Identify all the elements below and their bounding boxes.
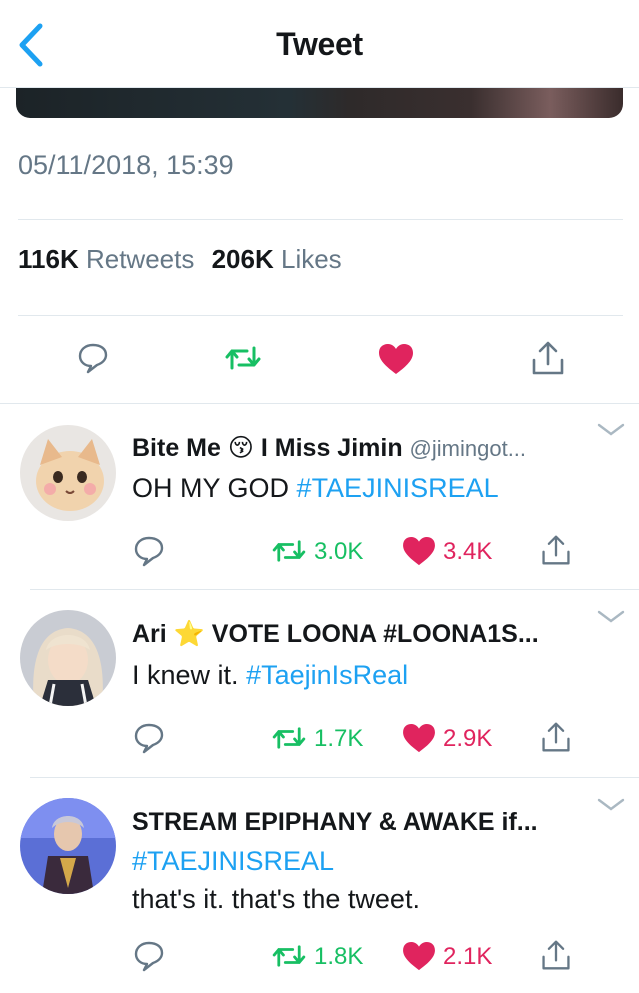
- reply-text-plain: OH MY GOD: [132, 473, 290, 503]
- likes-count[interactable]: 206K: [212, 244, 274, 274]
- share-icon[interactable]: [540, 939, 572, 971]
- reply-author[interactable]: STREAM EPIPHANY & AWAKE if...: [132, 808, 538, 837]
- reply-icon[interactable]: [134, 940, 164, 972]
- retweet-icon[interactable]: [270, 725, 308, 751]
- heart-icon[interactable]: [402, 941, 436, 971]
- page-title: Tweet: [276, 26, 363, 62]
- reply-icon[interactable]: [134, 535, 164, 567]
- reply-text-plain: I knew it.: [132, 660, 239, 690]
- divider: [18, 315, 623, 316]
- author-name: VOTE LOONA #LOONA1S...: [211, 620, 539, 648]
- retweet-icon[interactable]: [270, 538, 308, 564]
- chevron-down-icon[interactable]: [597, 421, 625, 439]
- author-name: STREAM EPIPHANY & AWAKE if...: [132, 808, 538, 836]
- hashtag-link[interactable]: #TAEJINISREAL: [297, 473, 499, 503]
- reply-action-bar: 3.0K 3.4K: [0, 531, 639, 571]
- share-icon[interactable]: [530, 340, 566, 376]
- retweets-count[interactable]: 116K: [18, 244, 79, 274]
- likes-label[interactable]: Likes: [281, 244, 342, 274]
- chevron-down-icon[interactable]: [597, 608, 625, 626]
- reply-item[interactable]: Ari ⭐ VOTE LOONA #LOONA1S... I knew it. …: [0, 590, 639, 778]
- navigation-bar: Tweet: [0, 0, 639, 88]
- reply-item[interactable]: STREAM EPIPHANY & AWAKE if... #TAEJINISR…: [0, 778, 639, 993]
- reply-action-bar: 1.7K 2.9K: [0, 718, 639, 758]
- chevron-down-icon[interactable]: [597, 796, 625, 814]
- author-name: I Miss Jimin: [260, 434, 403, 462]
- reply-author[interactable]: Ari ⭐ VOTE LOONA #LOONA1S...: [132, 620, 539, 649]
- author-handle: @jimingot...: [409, 436, 527, 461]
- reply-icon[interactable]: [134, 722, 164, 754]
- avatar[interactable]: [20, 425, 116, 521]
- like-count[interactable]: 3.4K: [443, 538, 492, 566]
- reply-text: I knew it. #TaejinIsReal: [132, 656, 408, 694]
- reply-author[interactable]: Bite Me 😚 I Miss Jimin @jimingot...: [132, 433, 526, 463]
- reply-action-bar: 1.8K 2.1K: [0, 936, 639, 976]
- reply-icon[interactable]: [78, 342, 108, 374]
- retweet-icon[interactable]: [270, 943, 308, 969]
- like-count[interactable]: 2.9K: [443, 725, 492, 753]
- avatar[interactable]: [20, 610, 116, 706]
- tweet-action-bar: [0, 338, 639, 382]
- reply-text: OH MY GOD #TAEJINISREAL: [132, 469, 499, 507]
- heart-icon[interactable]: [402, 536, 436, 566]
- kiss-emoji: 😚: [227, 434, 254, 462]
- share-icon[interactable]: [540, 534, 572, 566]
- avatar[interactable]: [20, 798, 116, 894]
- tweet-media[interactable]: [16, 88, 623, 118]
- tweet-timestamp: 05/11/2018, 15:39: [18, 150, 234, 180]
- heart-icon[interactable]: [378, 343, 414, 375]
- retweets-label[interactable]: Retweets: [86, 244, 194, 274]
- share-icon[interactable]: [540, 721, 572, 753]
- divider: [18, 219, 623, 220]
- reply-text-plain: that's it. that's the tweet.: [132, 884, 420, 914]
- tweet-stats: 116K Retweets 206K Likes: [18, 244, 342, 275]
- hashtag-link[interactable]: #TaejinIsReal: [246, 660, 408, 690]
- hashtag-link[interactable]: #TAEJINISREAL: [132, 842, 420, 880]
- retweet-count[interactable]: 3.0K: [314, 538, 363, 566]
- like-count[interactable]: 2.1K: [443, 943, 492, 971]
- author-name: Ari: [132, 620, 167, 648]
- retweet-icon[interactable]: [223, 344, 263, 372]
- star-emoji: ⭐: [173, 620, 205, 648]
- reply-text: #TAEJINISREAL that's it. that's the twee…: [132, 842, 420, 918]
- author-name: Bite Me: [132, 434, 221, 462]
- retweet-count[interactable]: 1.8K: [314, 943, 363, 971]
- reply-item[interactable]: Bite Me 😚 I Miss Jimin @jimingot... OH M…: [0, 403, 639, 590]
- retweet-count[interactable]: 1.7K: [314, 725, 363, 753]
- heart-icon[interactable]: [402, 723, 436, 753]
